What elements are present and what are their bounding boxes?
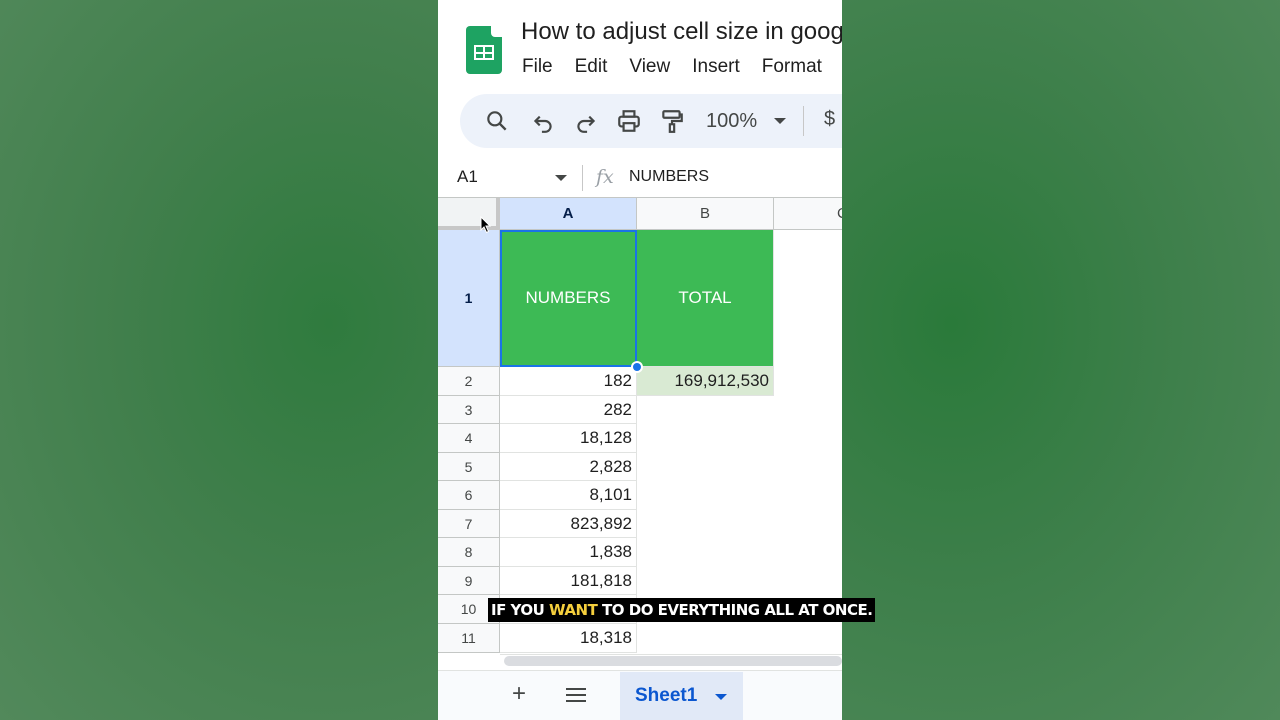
horizontal-scrollbar-thumb[interactable] [504,656,842,666]
menu-format[interactable]: Format [762,56,822,78]
print-icon[interactable] [616,108,642,134]
selection-fill-handle[interactable] [631,361,643,373]
cell-b1[interactable]: TOTAL [637,230,774,367]
document-title[interactable]: How to adjust cell size in goog [521,18,842,46]
cell-b2-total[interactable]: 169,912,530 [637,367,774,396]
caption-text-before: IF YOU [491,601,550,619]
cell-a6[interactable]: 8,101 [500,481,637,510]
toolbar-divider [803,106,804,136]
fx-icon: fx [596,166,614,188]
row-header-9[interactable]: 9 [438,567,500,595]
cell-a9[interactable]: 181,818 [500,567,637,595]
cell-a1[interactable]: NUMBERS [500,230,637,367]
formula-bar-divider [582,165,583,191]
paint-format-icon[interactable] [659,108,685,134]
menu-view[interactable]: View [629,56,670,78]
add-sheet-icon[interactable]: + [512,682,526,706]
mouse-cursor-icon [480,216,492,234]
caption-highlight: WANT [549,601,598,619]
menu-file[interactable]: File [522,56,553,78]
video-caption: IF YOU WANT TO DO EVERYTHING ALL AT ONCE… [488,598,876,622]
currency-format-button[interactable]: $ [824,108,835,131]
cell-a7[interactable]: 823,892 [500,510,637,538]
row-header-5[interactable]: 5 [438,453,500,481]
caption-text-after: TO DO EVERYTHING ALL AT ONCE. [597,601,873,619]
menu-insert[interactable]: Insert [692,56,740,78]
cell-a11[interactable]: 18,318 [500,624,637,653]
cell-a4[interactable]: 18,128 [500,424,637,453]
sheet-tab-caret-icon[interactable] [715,694,727,700]
undo-icon[interactable] [530,108,556,134]
cell-a8[interactable]: 1,838 [500,538,637,567]
zoom-select[interactable]: 100% [706,110,757,133]
formula-input[interactable]: NUMBERS [629,168,709,186]
name-box-caret-icon[interactable] [555,175,567,181]
all-sheets-menu-icon[interactable] [566,688,586,702]
menu-edit[interactable]: Edit [575,56,608,78]
row-header-11[interactable]: 11 [438,624,500,653]
row-header-3[interactable]: 3 [438,396,500,424]
row-header-4[interactable]: 4 [438,424,500,453]
zoom-caret-icon[interactable] [774,118,786,124]
background-left [0,0,438,720]
column-header-b[interactable]: B [637,198,774,230]
redo-icon[interactable] [573,108,599,134]
row-header-1[interactable]: 1 [438,230,500,367]
column-header-c[interactable]: C [774,198,842,230]
cell-a3[interactable]: 282 [500,396,637,424]
column-header-a[interactable]: A [500,198,637,230]
search-icon[interactable] [484,108,510,134]
menu-bar: File Edit View Insert Format [522,56,842,78]
toolbar: 100% $ [460,94,842,148]
sheets-logo-icon[interactable] [466,26,502,74]
sheet-tab-label[interactable]: Sheet1 [635,685,697,707]
row-header-7[interactable]: 7 [438,510,500,538]
name-box[interactable]: A1 [457,167,478,187]
background-right [842,0,1280,720]
row-header-8[interactable]: 8 [438,538,500,567]
row-header-2[interactable]: 2 [438,367,500,396]
row-header-6[interactable]: 6 [438,481,500,510]
cell-a5[interactable]: 2,828 [500,453,637,481]
cell-a2[interactable]: 182 [500,367,637,396]
